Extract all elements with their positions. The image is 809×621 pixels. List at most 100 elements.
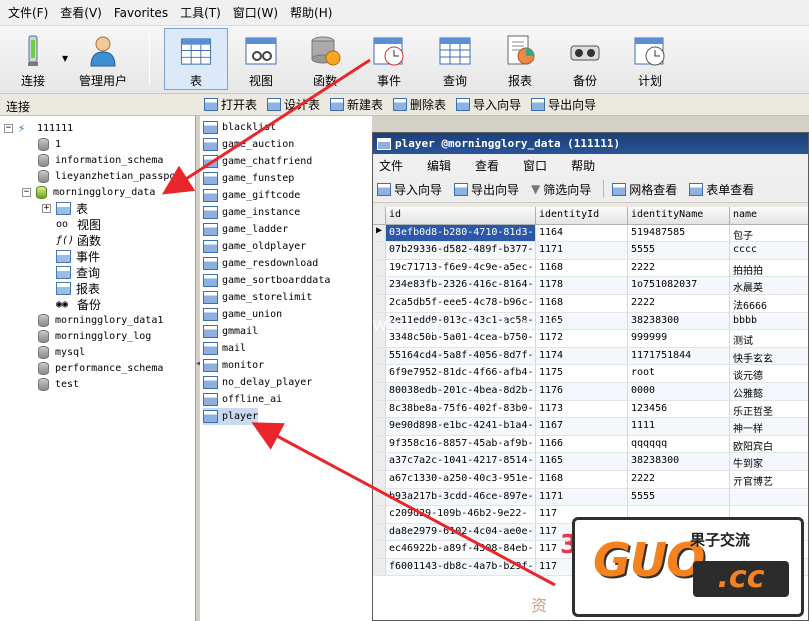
filter-wizard-button[interactable]: ▼ 筛选向导 (531, 181, 591, 198)
table-cell[interactable]: 2222 (628, 294, 730, 313)
table-cell[interactable]: 1176 (536, 382, 628, 401)
table-cell[interactable]: 牛到家 (730, 453, 808, 471)
table-item[interactable]: blacklist (203, 119, 276, 136)
row-selector[interactable] (373, 242, 386, 260)
row-selector[interactable] (373, 277, 386, 295)
tree-views-node[interactable]: oo 视图 (56, 216, 101, 232)
table-item[interactable]: game_giftcode (203, 187, 300, 204)
event-button[interactable]: 事件 (364, 28, 414, 90)
tree-db[interactable]: lieyanzhetian_passpo (38, 168, 175, 184)
tree-db[interactable]: test (38, 376, 79, 392)
tree-db-open[interactable]: − morningglory_data (22, 184, 155, 200)
table-cell[interactable]: 38238300 (628, 312, 730, 331)
table-cell[interactable]: 19c71713-f6e9-4c9e-a5ec- (386, 259, 536, 278)
window-menu-window[interactable]: 窗口 (523, 157, 547, 174)
manage-users-button[interactable]: 管理用户 (72, 28, 134, 90)
backup-button[interactable]: 备份 (560, 28, 610, 90)
table-cell[interactable]: 欧阳宾白 (730, 436, 808, 454)
schedule-button[interactable]: 计划 (625, 28, 675, 90)
row-selector[interactable] (373, 259, 386, 278)
table-row[interactable]: 9f358c16-8857-45ab-af9b- 1166 qqqqqq 欧阳宾白 (373, 435, 808, 454)
row-selector[interactable] (373, 400, 386, 419)
table-cell[interactable]: 8c38be8a-75f6-402f-83b0- (386, 400, 536, 419)
table-cell[interactable]: 亓官博艺 (730, 471, 808, 489)
table-cell[interactable]: f6001143-db8c-4a7b-b29f- (386, 558, 536, 577)
view-button[interactable]: 视图 (236, 28, 286, 90)
table-cell[interactable]: 2ca5db5f-eee5-4c78-b96c- (386, 294, 536, 313)
table-cell[interactable]: 1166 (536, 435, 628, 454)
table-row[interactable]: 234e83fb-2326-416c-8164- 1178 1o751082037 水… (373, 277, 808, 295)
row-selector[interactable] (373, 541, 386, 559)
table-cell[interactable]: b93a217b-3cdd-46ce-897e- (386, 488, 536, 507)
table-cell[interactable]: 999999 (628, 330, 730, 348)
table-cell[interactable]: 1111 (628, 418, 730, 436)
tree-db[interactable]: 1 (38, 136, 61, 152)
table-cell[interactable]: 1178 (536, 277, 628, 295)
export-wizard-button[interactable]: 导出向导 (531, 96, 596, 113)
table-cell[interactable]: 法6666 (730, 295, 808, 313)
row-selector[interactable] (373, 382, 386, 401)
table-cell[interactable]: 0000 (628, 382, 730, 401)
column-header[interactable]: identityId (536, 207, 628, 225)
column-header[interactable]: identityName (628, 207, 730, 225)
row-selector[interactable] (373, 470, 386, 489)
table-cell[interactable]: 1165 (536, 453, 628, 471)
table-cell[interactable]: 80038edb-201c-4bea-8d2b- (386, 382, 536, 401)
expand-icon[interactable]: + (42, 203, 51, 213)
row-selector[interactable] (373, 506, 386, 524)
table-cell[interactable]: 1164 (536, 224, 628, 243)
window-menu-view[interactable]: 查看 (475, 157, 499, 174)
table-row[interactable]: a37c7a2c-1041-4217-8514- 1165 38238300 牛到家 (373, 453, 808, 471)
window-titlebar[interactable]: player @morningglory_data (111111) (373, 133, 808, 154)
export-wizard-button[interactable]: 导出向导 (454, 181, 519, 198)
tree-db[interactable]: mysql (38, 344, 85, 360)
form-view-button[interactable]: 表单查看 (689, 181, 754, 198)
table-item[interactable]: game_oldplayer (203, 238, 306, 255)
table-cell[interactable]: root (628, 365, 730, 383)
window-menu-edit[interactable]: 编辑 (427, 157, 451, 174)
table-item[interactable]: game_chatfriend (203, 153, 312, 170)
row-selector[interactable] (373, 365, 386, 383)
table-cell[interactable]: 包子 (730, 225, 808, 243)
table-cell[interactable]: 03efb0d8-b280-4710-81d3- (386, 224, 536, 243)
table-cell[interactable]: 55164cd4-5a8f-4056-8d7f- (386, 347, 536, 366)
table-row[interactable]: 9e90d898-e1bc-4241-b1a4- 1167 1111 神一样 (373, 418, 808, 436)
grid-view-button[interactable]: 网格查看 (612, 181, 677, 198)
delete-table-button[interactable]: 删除表 (393, 96, 446, 113)
table-cell[interactable]: 谈元德 (730, 365, 808, 383)
table-cell[interactable]: c209d29-109b-46b2-9e22- (386, 506, 536, 524)
table-item[interactable]: game_resdownload (203, 255, 318, 272)
table-cell[interactable]: 519487585 (628, 224, 730, 243)
table-cell[interactable]: 1168 (536, 470, 628, 489)
table-cell[interactable]: a37c7a2c-1041-4217-8514- (386, 453, 536, 471)
table-cell[interactable]: 1173 (536, 400, 628, 419)
table-row[interactable]: 19c71713-f6e9-4c9e-a5ec- 1168 2222 拍拍拍 (373, 259, 808, 278)
table-cell[interactable]: 234e83fb-2326-416c-8164- (386, 277, 536, 295)
collapse-icon[interactable]: − (22, 187, 31, 197)
tree-connection[interactable]: − ⚡ 111111 (4, 120, 73, 136)
table-cell[interactable]: da8e2979-6102-4c04-ae0e- (386, 523, 536, 542)
table-cell[interactable]: 水晨英 (730, 277, 808, 295)
table-item[interactable]: game_union (203, 306, 282, 323)
table-item[interactable]: game_funstep (203, 170, 294, 187)
menu-view[interactable]: 查看(V) (54, 4, 108, 21)
table-item[interactable]: game_storelimit (203, 289, 312, 306)
row-selector[interactable] (373, 488, 386, 507)
connect-dropdown-icon[interactable]: ▼ (62, 54, 68, 63)
row-selector[interactable] (373, 294, 386, 313)
table-cell[interactable]: a67c1330-a250-40c3-951e- (386, 470, 536, 489)
row-selector[interactable]: ▶ (373, 224, 386, 243)
table-cell[interactable]: ec46922b-a89f-4308-84eb- (386, 541, 536, 559)
tree-tables-node[interactable]: + 表 (42, 200, 88, 216)
table-cell[interactable]: 1174 (536, 347, 628, 366)
window-menu-help[interactable]: 帮助 (571, 157, 595, 174)
open-table-button[interactable]: 打开表 (204, 96, 257, 113)
table-item[interactable]: monitor (203, 357, 264, 374)
table-item[interactable]: game_sortboarddata (203, 272, 330, 289)
tree-functions-node[interactable]: ƒ() 函数 (56, 232, 101, 248)
query-button[interactable]: 查询 (430, 28, 480, 90)
table-cell[interactable]: 1168 (536, 294, 628, 313)
row-selector[interactable] (373, 523, 386, 542)
table-cell[interactable]: qqqqqq (628, 435, 730, 454)
column-header[interactable]: name (730, 207, 808, 225)
